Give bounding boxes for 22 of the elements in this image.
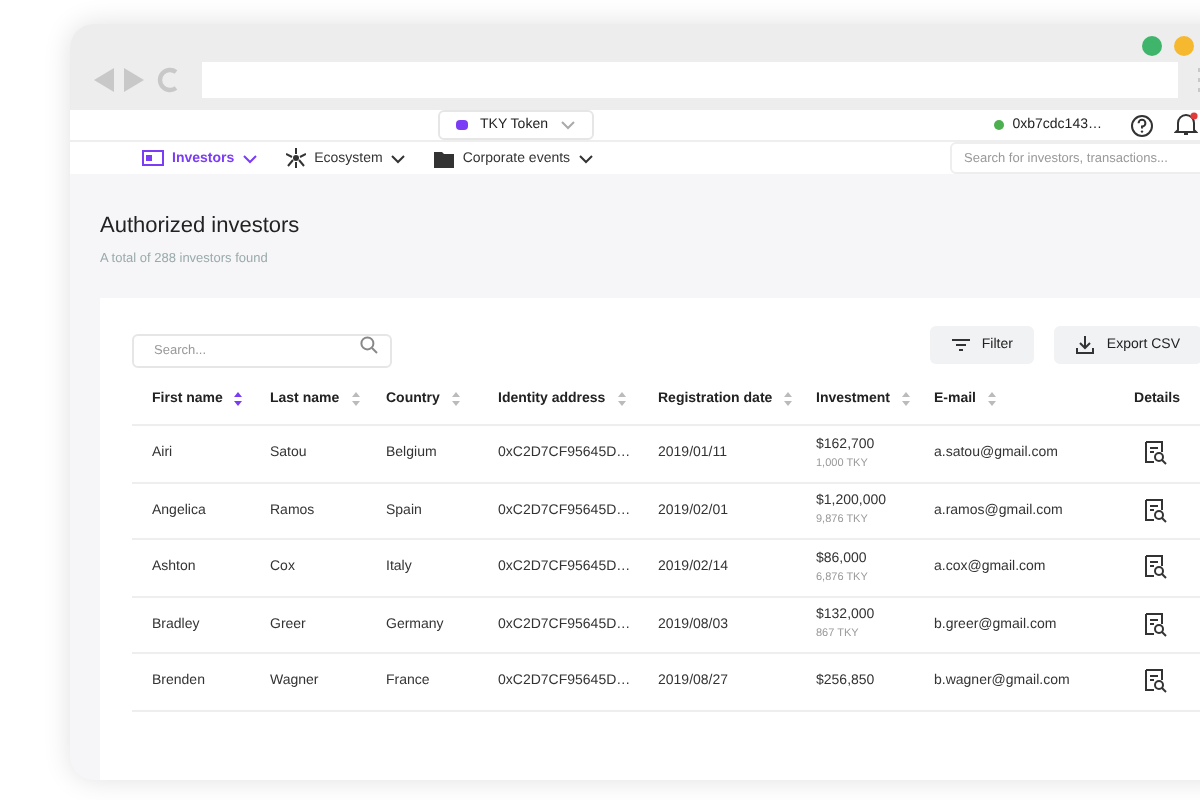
document-search-icon[interactable] [1144,668,1168,695]
chevron-down-icon [578,153,595,163]
sort-icon[interactable] [234,391,243,405]
id-card-icon [142,150,164,166]
browser-navigation-icon[interactable] [94,66,182,94]
minimize-dot-icon[interactable] [1174,36,1194,56]
maximize-dot-icon[interactable] [1142,36,1162,56]
download-icon [1076,336,1095,354]
document-search-icon[interactable] [1144,611,1168,638]
page-title: Authorized investors [100,214,302,238]
chevron-down-icon [390,153,407,163]
folder-icon [434,149,455,167]
help-icon[interactable] [1130,113,1154,137]
search-icon [360,336,378,354]
document-search-icon[interactable] [1144,497,1168,524]
document-search-icon[interactable] [1144,554,1168,581]
network-icon [286,148,307,168]
document-search-icon[interactable] [1144,440,1168,467]
bell-icon[interactable] [1174,112,1198,138]
chevron-down-icon [560,120,576,130]
chevron-down-icon [242,153,259,163]
filter-icon [951,338,970,352]
